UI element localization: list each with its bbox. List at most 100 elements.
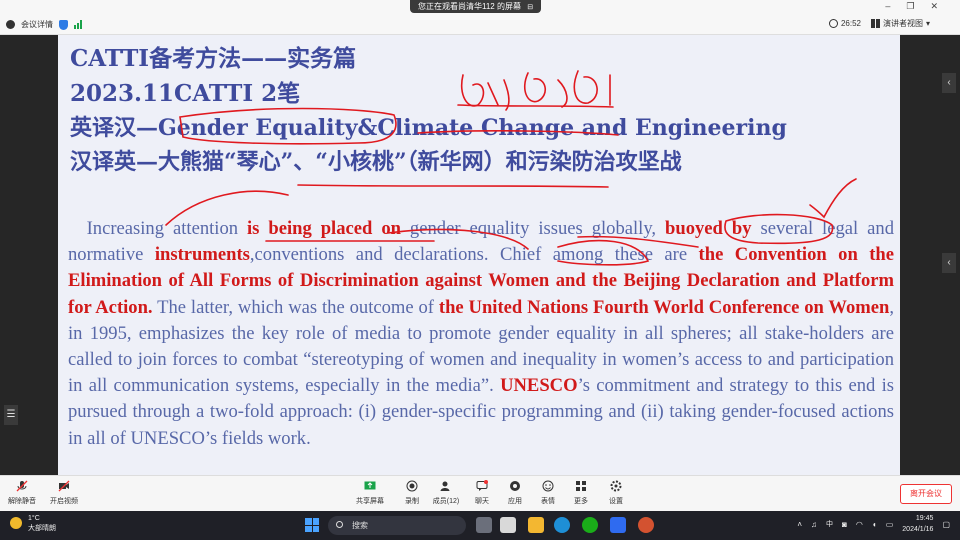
- ime-indicator[interactable]: 中: [826, 519, 833, 529]
- slide-title-block: CATTI备考方法——实务篇 2023.11CATTI 2笔 英译汉—Gende…: [70, 41, 900, 179]
- clock-time: 19:45: [915, 515, 934, 522]
- right-panel-toggle[interactable]: ‹: [942, 73, 956, 93]
- search-icon: [336, 521, 343, 528]
- minimize-icon[interactable]: –: [885, 1, 906, 11]
- slide-topic-zh-en: 汉译英—大熊猫“琴心”、“小核桃”（新华网）和污染防治攻坚战: [70, 149, 682, 175]
- reactions-label: 表情: [541, 498, 555, 505]
- calendar-app-icon[interactable]: [500, 517, 516, 533]
- para-text: The latter, which was the outcome of: [152, 296, 439, 318]
- shared-screen-area: CATTI备考方法——实务篇 2023.11CATTI 2笔 英译汉—Gende…: [0, 35, 960, 475]
- share-label: 共享屏幕: [356, 498, 384, 505]
- ink-underline-panda: [297, 184, 609, 188]
- emoji-icon: [542, 480, 554, 492]
- participants-button[interactable]: 成员(12): [426, 480, 466, 506]
- clock[interactable]: 19:45 2024/1/16: [902, 513, 933, 535]
- taskbar-search[interactable]: 搜索: [328, 516, 466, 535]
- ink-checkmark: [809, 178, 857, 219]
- participants-label: 成员(12): [432, 498, 460, 505]
- topic-gender-equality: Gender Equality: [158, 115, 358, 141]
- chevron-left-icon: ‹: [947, 77, 951, 88]
- mic-button[interactable]: 解除静音: [2, 480, 42, 506]
- wechat-icon[interactable]: [582, 517, 598, 533]
- windows-start-icon[interactable]: [305, 518, 319, 532]
- settings-button[interactable]: 设置: [596, 480, 636, 506]
- slide-title-line-2: 2023.11CATTI 2笔: [70, 80, 301, 107]
- chevron-down-icon: ▾: [925, 19, 930, 28]
- close-icon[interactable]: ✕: [930, 1, 954, 11]
- sun-icon: [10, 517, 22, 529]
- list-icon: ☰: [6, 409, 16, 420]
- search-placeholder: 搜索: [352, 521, 368, 530]
- timer-value: 26:52: [840, 19, 861, 28]
- leave-meeting-button[interactable]: 离开会议: [900, 484, 952, 504]
- file-explorer-icon[interactable]: [528, 517, 544, 533]
- edge-browser-icon[interactable]: [554, 517, 570, 533]
- more-grid-icon: [576, 481, 586, 491]
- video-button[interactable]: 开启视频: [44, 480, 84, 506]
- slide-topic-en-zh: 英译汉—Gender Equality&Climate Change and E…: [70, 111, 900, 145]
- timer: 26:52: [828, 19, 861, 28]
- chat-icon: [476, 480, 488, 491]
- view-switch-button[interactable]: 演讲者视图 ▾: [870, 18, 930, 29]
- meeting-toolbar: 解除静音 开启视频 共享屏幕 录制 成员(12) 聊天 应用 表情 更多 设置 …: [0, 475, 960, 512]
- security-shield-icon[interactable]: [59, 19, 68, 30]
- mic-label: 解除静音: [8, 498, 36, 505]
- meeting-top-bar: 您正在观看尚清华112 的屏幕 ⊟ –❐✕ 会议详情 26:52 演讲者视图 ▾: [0, 0, 960, 35]
- powerpoint-icon[interactable]: [638, 517, 654, 533]
- para-text: gender equality issues globally,: [400, 218, 666, 239]
- screen-share-indicator[interactable]: 您正在观看尚清华112 的屏幕 ⊟: [410, 0, 542, 13]
- apps-label: 应用: [508, 498, 522, 505]
- topic-ampersand: &: [357, 115, 378, 141]
- para-text: Increasing attention: [86, 218, 247, 239]
- video-label: 开启视频: [50, 498, 78, 505]
- topic-climate-change: Climate Change and Engineering: [377, 115, 787, 141]
- presentation-slide: CATTI备考方法——实务篇 2023.11CATTI 2笔 英译汉—Gende…: [58, 35, 900, 475]
- battery-icon[interactable]: ▭: [886, 520, 894, 529]
- para-text: ,conventions and declarations. Chief amo…: [249, 244, 699, 266]
- share-screen-button[interactable]: 共享屏幕: [350, 480, 390, 506]
- slide-title-line-1: CATTI备考方法——实务篇: [70, 45, 357, 72]
- mic-tray-icon[interactable]: ♫: [811, 520, 817, 529]
- para-emphasis: the United Nations Fourth World Conferen…: [438, 296, 890, 318]
- more-label: 更多: [574, 498, 588, 505]
- record-icon: [406, 480, 418, 492]
- topic-prefix: 英译汉—: [70, 115, 159, 141]
- share-indicator-text: 您正在观看尚清华112 的屏幕: [418, 2, 521, 11]
- video-off-icon: [58, 480, 70, 492]
- view-icon: [870, 19, 880, 28]
- app-tray-icon[interactable]: ◙: [842, 520, 847, 529]
- view-label: 演讲者视图: [882, 19, 923, 28]
- info-icon[interactable]: [6, 20, 15, 29]
- weather-widget[interactable]: 1°C 大部晴朗: [10, 514, 56, 534]
- speaker-icon[interactable]: ◖: [872, 520, 877, 529]
- chat-label: 聊天: [475, 498, 489, 505]
- chevron-left-icon: ‹: [947, 257, 951, 268]
- windows-taskbar: 1°C 大部晴朗 搜索 ˄ ♫ 中 ◙ ◠ ◖ ▭ 19:45 2024/1/1…: [0, 511, 960, 540]
- notification-icon[interactable]: ▢: [942, 520, 950, 529]
- apps-icon: [510, 481, 520, 491]
- para-emphasis: is being placed on: [247, 218, 401, 239]
- para-emphasis: buoyed by: [665, 218, 752, 239]
- clock-date: 2024/1/16: [902, 526, 934, 533]
- meeting-info-group: 会议详情: [6, 19, 82, 30]
- chevron-up-icon[interactable]: ˄: [797, 520, 802, 529]
- left-panel-toggle[interactable]: ☰: [4, 405, 18, 425]
- meeting-status-group: 26:52 演讲者视图 ▾: [828, 18, 930, 29]
- task-view-icon[interactable]: [476, 517, 492, 533]
- sidebar-collapse-toggle[interactable]: ‹: [942, 253, 956, 273]
- para-emphasis: UNESCO: [500, 375, 578, 397]
- wifi-icon[interactable]: ◠: [856, 520, 863, 529]
- collapse-icon[interactable]: ⊟: [527, 4, 533, 11]
- slide-paragraph: Increasing attention is being placed on …: [68, 216, 894, 452]
- clock-icon: [828, 19, 838, 28]
- signal-strength-icon[interactable]: [74, 20, 82, 29]
- window-controls: –❐✕: [885, 1, 954, 12]
- gear-icon: [610, 480, 622, 492]
- share-screen-icon: [364, 481, 376, 490]
- para-emphasis: instruments: [154, 244, 250, 266]
- meeting-app-icon[interactable]: [610, 517, 626, 533]
- restore-icon[interactable]: ❐: [906, 1, 930, 11]
- more-button[interactable]: 更多: [561, 480, 601, 506]
- meeting-info-button[interactable]: 会议详情: [21, 19, 53, 30]
- microphone-muted-icon: [16, 480, 28, 492]
